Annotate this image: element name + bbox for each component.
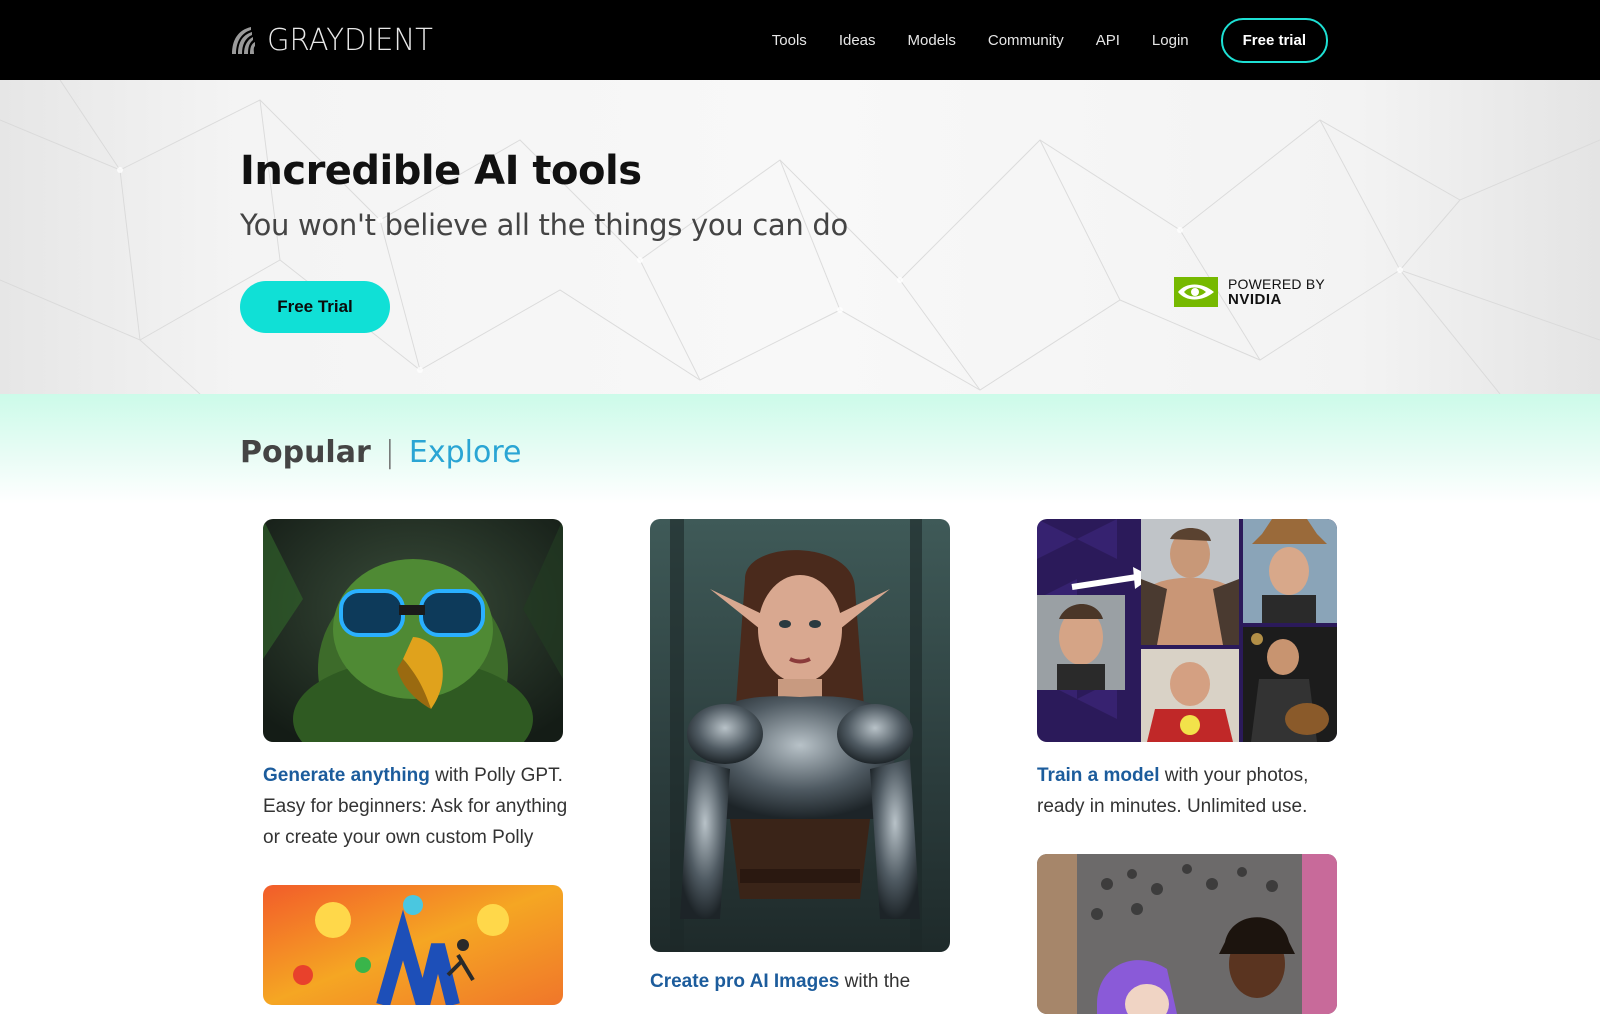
- train-model-card-text: Train a model with your photos, ready in…: [1037, 760, 1342, 822]
- tab-popular[interactable]: Popular: [240, 435, 371, 470]
- model-training-collage: [1037, 519, 1337, 742]
- pro-ai-images-card-text: Create pro AI Images with the: [650, 966, 955, 997]
- free-trial-hero-button[interactable]: Free Trial: [240, 281, 390, 333]
- free-trial-nav-button[interactable]: Free trial: [1220, 17, 1328, 63]
- nav-api[interactable]: API: [1096, 32, 1120, 49]
- portrait-card-image[interactable]: [1037, 854, 1337, 1014]
- graydient-logo-icon: [232, 27, 255, 54]
- nav-community[interactable]: Community: [988, 32, 1064, 49]
- content-tabs: Popular | Explore: [240, 435, 521, 470]
- top-navbar: GRAYDIENT Tools Ideas Models Community A…: [0, 0, 1600, 80]
- nav-tools[interactable]: Tools: [772, 32, 807, 49]
- train-a-model-link[interactable]: Train a model: [1037, 765, 1159, 786]
- train-model-card-image[interactable]: [1037, 519, 1337, 742]
- generate-anything-link[interactable]: Generate anything: [263, 765, 430, 786]
- tab-separator: |: [384, 435, 395, 470]
- nav-login[interactable]: Login: [1152, 32, 1189, 49]
- logo-wordmark: GRAYDIENT: [267, 22, 433, 58]
- hero-subtitle: You won't believe all the things you can…: [240, 208, 848, 242]
- hero-title: Incredible AI tools: [240, 148, 642, 194]
- pro-ai-images-description: with the: [839, 971, 911, 992]
- elf-armor-illustration: [650, 519, 950, 952]
- pro-ai-images-card-image[interactable]: [650, 519, 950, 952]
- tab-explore[interactable]: Explore: [409, 435, 522, 470]
- polly-gpt-card-text: Generate anything with Polly GPT. Easy f…: [263, 760, 568, 853]
- two-people-illustration: [1037, 854, 1337, 1014]
- powered-by-nvidia-badge: POWERED BY NVIDIA: [1174, 276, 1325, 308]
- parrot-illustration: [263, 519, 563, 742]
- illustration-card-image[interactable]: [263, 885, 563, 1005]
- nvidia-logo-icon: [1174, 277, 1218, 307]
- nvidia-name-label: NVIDIA: [1228, 291, 1282, 308]
- polly-gpt-card-image[interactable]: [263, 519, 563, 742]
- graydient-logo[interactable]: GRAYDIENT: [229, 22, 438, 58]
- create-pro-ai-images-link[interactable]: Create pro AI Images: [650, 971, 839, 992]
- hero-section: Incredible AI tools You won't believe al…: [0, 80, 1600, 394]
- nav-ideas[interactable]: Ideas: [839, 32, 876, 49]
- colorful-illustration: [263, 885, 563, 1005]
- main-nav: Tools Ideas Models Community API Login F…: [740, 0, 1328, 80]
- nvidia-powered-by-label: POWERED BY: [1228, 276, 1325, 292]
- nav-models[interactable]: Models: [908, 32, 956, 49]
